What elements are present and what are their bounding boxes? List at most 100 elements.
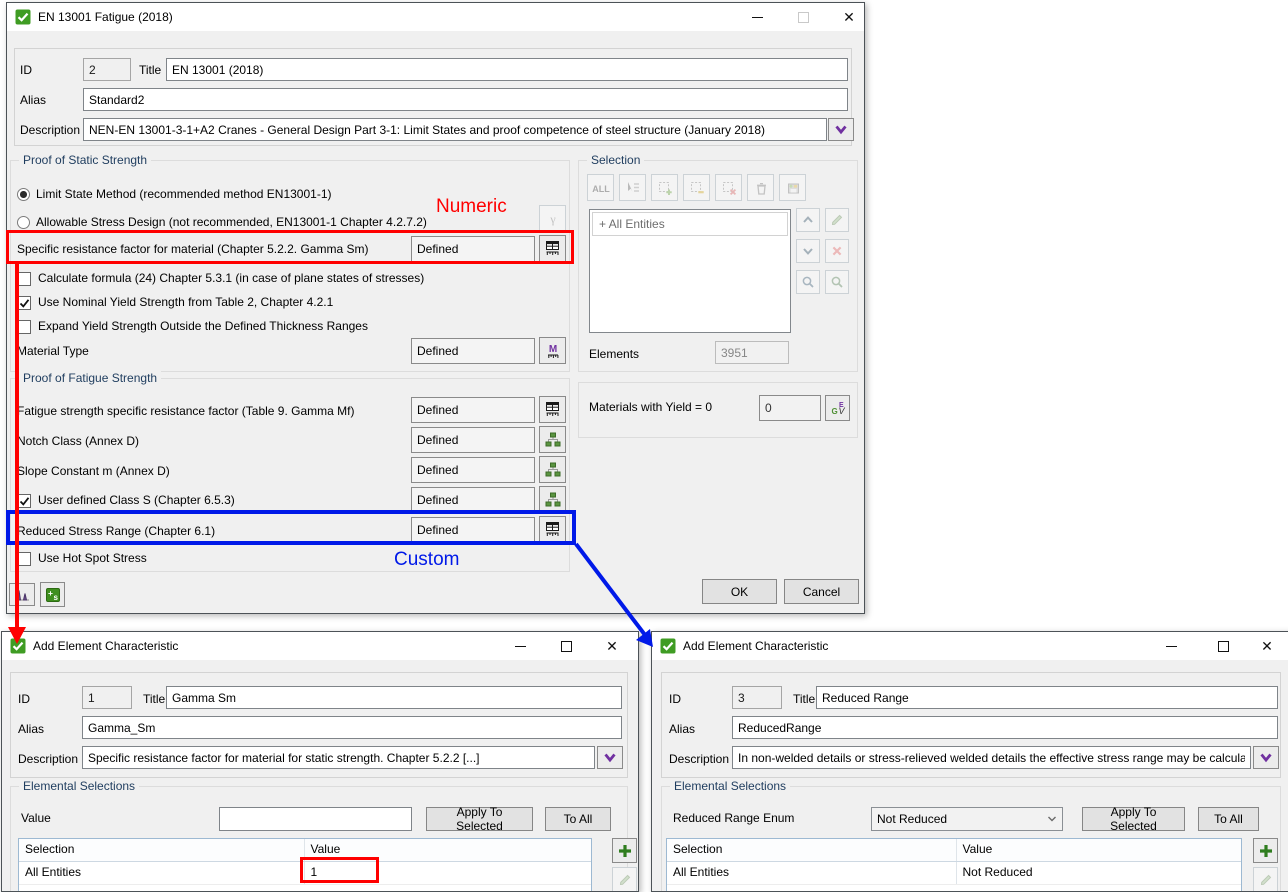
- maximize-button: [787, 3, 819, 31]
- notch-class-tree-button[interactable]: [539, 426, 566, 453]
- elemental-table: Selection Value All Entities Not Reduced: [666, 838, 1242, 892]
- minimize-button[interactable]: [504, 632, 536, 660]
- limit-state-label: Limit State Method (recommended method E…: [36, 187, 331, 202]
- sn-curve-button[interactable]: +s: [40, 582, 65, 607]
- column-selection: Selection: [19, 839, 305, 861]
- add-row-button[interactable]: [612, 838, 637, 863]
- save-icon: [785, 180, 801, 196]
- gamma-button: γ: [539, 205, 566, 232]
- elemental-group-title: Elemental Selections: [670, 779, 790, 793]
- reduced-range-combobox[interactable]: Not Reduced: [871, 807, 1063, 831]
- id-label: ID: [18, 692, 30, 707]
- left-dialog-titlebar: Add Element Characteristic: [2, 632, 638, 660]
- chevron-down-icon: [801, 244, 815, 258]
- distribution-button[interactable]: [9, 583, 35, 606]
- elemental-selections-group: Elemental Selections Value Apply To Sele…: [10, 786, 628, 892]
- all-icon: ALL: [591, 182, 611, 194]
- hot-spot-checkbox[interactable]: [17, 552, 31, 566]
- right-dialog: Add Element Characteristic ✕ ID Title Al…: [651, 631, 1288, 892]
- gamma-sm-label: Specific resistance factor for material …: [17, 242, 368, 257]
- static-strength-group: Proof of Static Strength Limit State Met…: [10, 160, 570, 372]
- left-dialog: Add Element Characteristic ✕ ID Title Al…: [1, 631, 639, 892]
- notch-class-value: Defined: [411, 427, 535, 453]
- allowable-stress-radio[interactable]: [17, 216, 30, 229]
- edit-selection-button: [825, 208, 849, 232]
- alias-field[interactable]: [83, 88, 848, 111]
- reduced-stress-table-button[interactable]: [539, 516, 566, 543]
- close-button[interactable]: ✕: [1251, 632, 1283, 660]
- title-field[interactable]: [166, 686, 622, 709]
- id-field: [732, 686, 782, 709]
- user-class-s-checkbox[interactable]: [17, 494, 31, 508]
- limit-state-radio[interactable]: [17, 188, 30, 201]
- description-expand-button[interactable]: [597, 746, 623, 769]
- description-field[interactable]: [732, 746, 1251, 769]
- table-row[interactable]: All Entities 1: [19, 862, 591, 885]
- title-field[interactable]: [816, 686, 1278, 709]
- minimize-button[interactable]: [1155, 632, 1187, 660]
- apply-to-selected-button[interactable]: Apply To Selected: [1082, 807, 1185, 831]
- description-field[interactable]: [83, 118, 827, 141]
- user-class-s-label: User defined Class S (Chapter 6.5.3): [38, 493, 235, 508]
- app-check-icon: [10, 638, 26, 654]
- gamma-sm-table-button[interactable]: [539, 235, 566, 262]
- slope-constant-tree-button[interactable]: [539, 456, 566, 483]
- description-expand-button[interactable]: [1253, 746, 1279, 769]
- material-type-button[interactable]: M: [539, 337, 566, 364]
- fatigue-strength-group: Proof of Fatigue Strength Fatigue streng…: [10, 378, 570, 572]
- slope-constant-value: Defined: [411, 457, 535, 483]
- to-all-button[interactable]: To All: [1198, 807, 1259, 831]
- magnifier-icon: [801, 275, 815, 289]
- elements-label: Elements: [589, 347, 639, 362]
- table-row[interactable]: All Entities Not Reduced: [667, 862, 1241, 885]
- selection-subtract-button: [683, 174, 710, 201]
- title-label: Title: [139, 63, 161, 78]
- chevron-down-icon: [602, 751, 618, 765]
- maximize-button[interactable]: [1207, 632, 1239, 660]
- magnifier-icon: [830, 275, 844, 289]
- table-header: Selection Value: [667, 839, 1241, 862]
- alias-field[interactable]: [82, 716, 622, 739]
- selection-remove-icon: [721, 180, 737, 196]
- selection-list[interactable]: + All Entities: [589, 209, 791, 333]
- histogram-icon: [14, 587, 30, 602]
- add-row-button[interactable]: [1253, 838, 1278, 863]
- check-mark: [19, 298, 30, 309]
- title-field[interactable]: [166, 58, 848, 81]
- description-field[interactable]: [82, 746, 595, 769]
- gamma-icon: γ: [546, 211, 560, 226]
- cancel-button[interactable]: Cancel: [784, 579, 859, 604]
- right-dialog-titlebar: Add Element Characteristic: [652, 632, 1288, 660]
- svg-text:s: s: [53, 593, 58, 602]
- material-type-label: Material Type: [17, 344, 89, 359]
- to-all-button[interactable]: To All: [545, 807, 611, 831]
- main-window: EN 13001 Fatigue (2018) ✕ ID Title Alias…: [6, 2, 865, 614]
- id-label: ID: [669, 692, 681, 707]
- gamma-mf-table-button[interactable]: [539, 396, 566, 423]
- minimize-button[interactable]: [741, 3, 773, 31]
- edit-row-button: [1253, 867, 1278, 892]
- app-check-icon: [15, 9, 31, 25]
- expand-yield-label: Expand Yield Strength Outside the Define…: [38, 319, 368, 334]
- maximize-button[interactable]: [550, 632, 582, 660]
- apply-to-selected-button[interactable]: Apply To Selected: [426, 807, 533, 831]
- selection-list-item[interactable]: + All Entities: [592, 212, 788, 236]
- description-label: Description: [20, 123, 80, 138]
- zoom-in-button: [796, 270, 820, 294]
- user-class-s-tree-button[interactable]: [539, 486, 566, 513]
- value-input[interactable]: [219, 807, 412, 831]
- allowable-stress-label: Allowable Stress Design (not recommended…: [36, 215, 427, 230]
- materials-egv-button[interactable]: EGV: [825, 395, 850, 421]
- description-expand-button[interactable]: [828, 118, 854, 141]
- gamma-sm-value: Defined: [411, 236, 535, 262]
- expand-yield-checkbox[interactable]: [17, 320, 31, 334]
- close-button[interactable]: ✕: [596, 632, 628, 660]
- calc-formula-checkbox[interactable]: [17, 272, 31, 286]
- close-button[interactable]: ✕: [833, 3, 865, 31]
- ok-button[interactable]: OK: [702, 579, 777, 604]
- nominal-yield-checkbox[interactable]: [17, 296, 31, 310]
- numeric-annotation-label: Numeric: [436, 196, 507, 218]
- numeric-table-icon: [544, 521, 561, 538]
- alias-field[interactable]: [732, 716, 1278, 739]
- select-all-button: ALL: [587, 174, 614, 201]
